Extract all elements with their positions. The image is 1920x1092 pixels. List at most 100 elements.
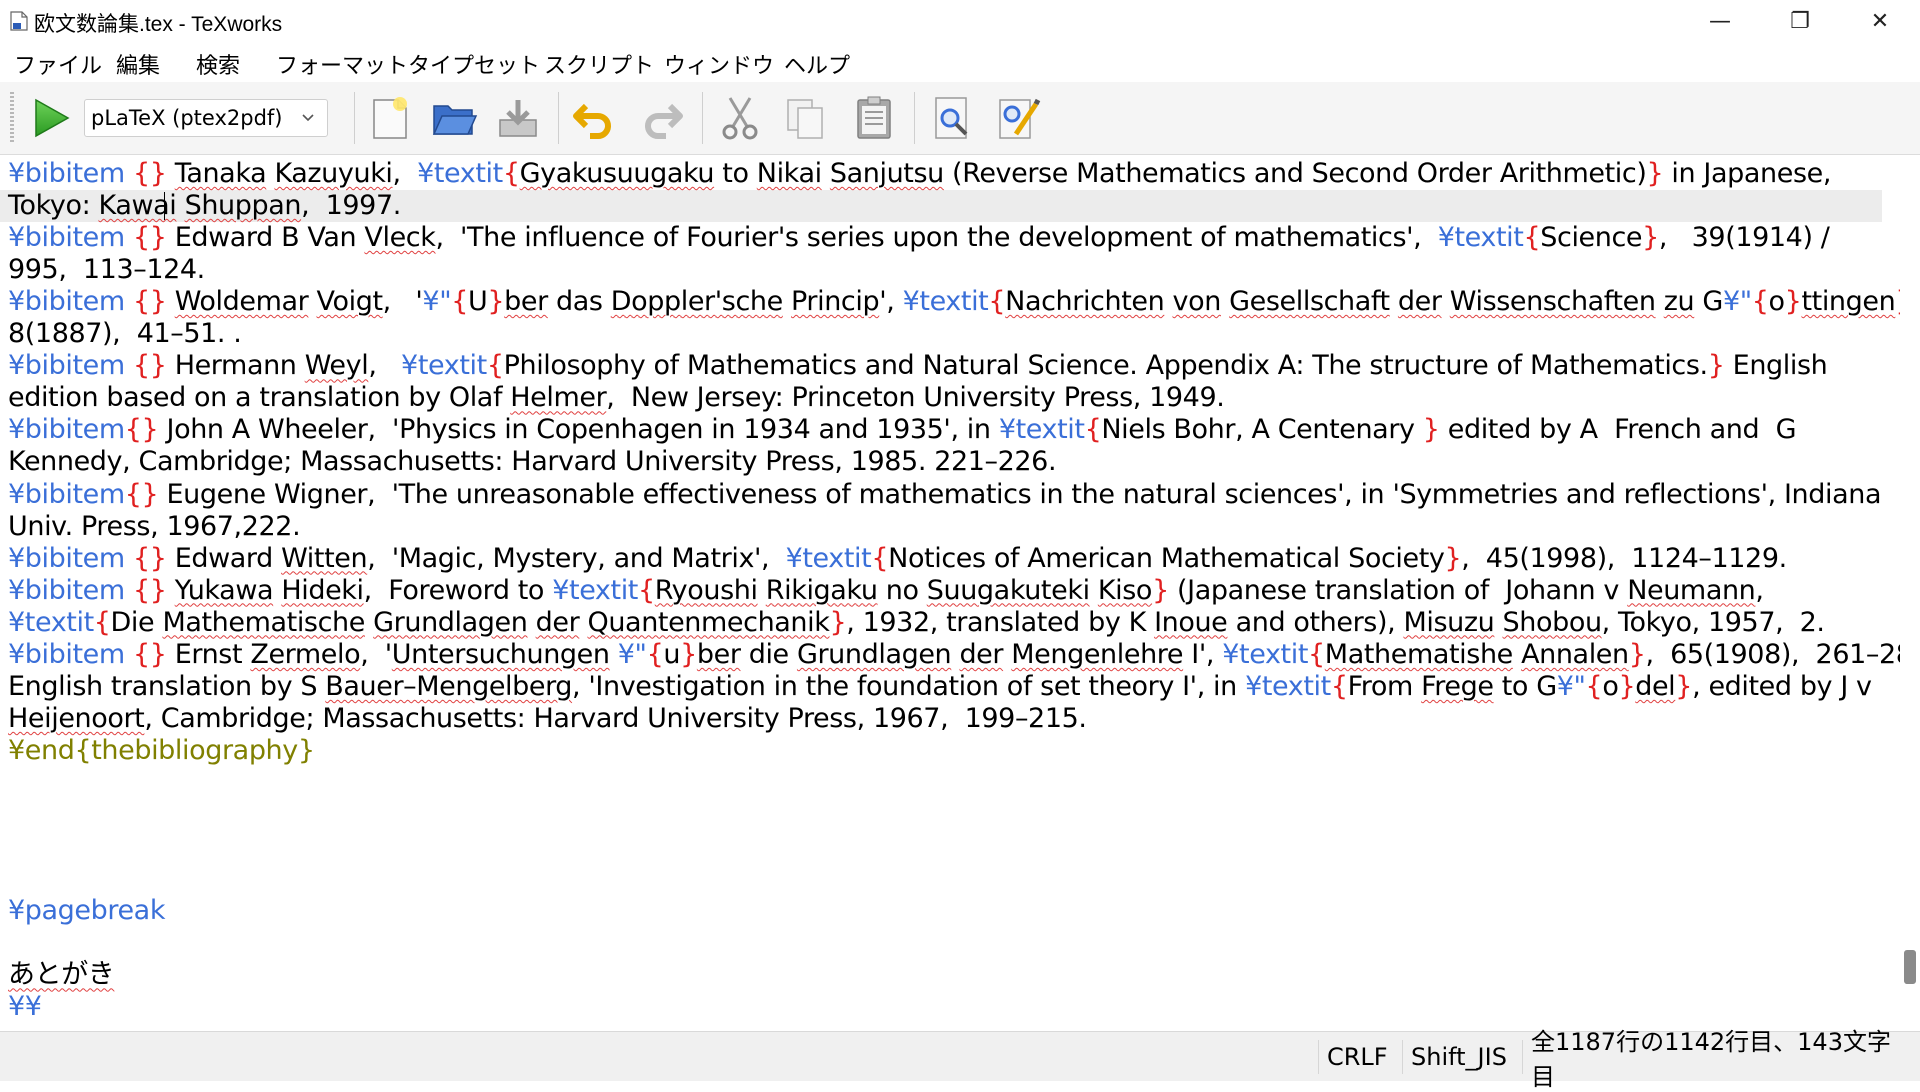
- brace: }: [680, 638, 697, 670]
- editor-line[interactable]: ¥end{thebibliography}: [8, 735, 1888, 767]
- latex-command: ¥textit: [998, 414, 1085, 446]
- plain-text: edition based on a translation by Olaf: [8, 382, 511, 414]
- plain-text: From: [1347, 670, 1422, 702]
- scrollbar-thumb[interactable]: [1904, 950, 1916, 984]
- editor-line[interactable]: ¥bibitem {} Hermann Weyl, ¥textit{Philos…: [8, 350, 1888, 382]
- latex-command: ¥textit: [785, 542, 872, 574]
- brace: }: [487, 286, 505, 318]
- editor-line[interactable]: Kennedy, Cambridge; Massachusetts: Harva…: [8, 446, 1888, 478]
- spell-flagged-word: ber: [504, 286, 548, 318]
- menu-edit[interactable]: 編集: [116, 48, 160, 80]
- latex-command: ¥bibitem: [8, 158, 133, 189]
- toolbar-separator: [354, 92, 355, 144]
- latex-command: ¥bibitem: [8, 222, 133, 254]
- plain-text: U: [468, 286, 488, 318]
- menu-search[interactable]: 検索: [196, 48, 240, 80]
- spell-flagged-word: Sanjutsu: [829, 158, 944, 189]
- plain-text: [1656, 286, 1664, 317]
- brace: {: [1523, 222, 1541, 254]
- plain-text: ,: [368, 350, 402, 382]
- find-button[interactable]: [924, 90, 980, 146]
- plain-text: G: [1694, 286, 1723, 318]
- plain-text: , ': [382, 286, 423, 318]
- editor-line[interactable]: [8, 927, 1888, 959]
- editor-line[interactable]: Univ. Press, 1967,222.: [8, 511, 1888, 543]
- editor-line[interactable]: ¥bibitem {} Ernst Zermelo, 'Untersuchung…: [8, 638, 1900, 671]
- plain-text: Edward: [166, 542, 282, 574]
- toolbar-grip[interactable]: [10, 92, 14, 144]
- spell-flagged-word: Witten: [281, 542, 368, 574]
- spell-flagged-word: del: [1635, 670, 1676, 702]
- close-button[interactable]: ✕: [1840, 0, 1920, 42]
- plain-text: (Reverse Mathematics and Second Order Ar…: [943, 158, 1647, 189]
- brace: {: [646, 638, 664, 670]
- open-button[interactable]: [426, 90, 482, 146]
- editor-line[interactable]: [8, 799, 1888, 831]
- brace: }: [1784, 286, 1802, 318]
- editor-line[interactable]: 8(1887), 41–51. .: [8, 318, 1888, 350]
- redo-button[interactable]: [634, 90, 690, 146]
- brace: }: [1646, 158, 1664, 189]
- plain-text: , 'Magic, Mystery, and Matrix',: [367, 542, 786, 574]
- menu-file[interactable]: ファイル: [14, 48, 102, 80]
- chevron-down-icon: [302, 114, 314, 122]
- editor-line[interactable]: edition based on a translation by Olaf H…: [8, 382, 1888, 414]
- minimize-button[interactable]: —: [1680, 0, 1760, 42]
- editor-line[interactable]: Tokyo: Kawai Shuppan, 1997.: [8, 190, 1888, 222]
- editor-line[interactable]: ¥pagebreak: [8, 895, 1888, 927]
- typeset-button[interactable]: [22, 90, 78, 146]
- editor-line[interactable]: ¥bibitem {} Yukawa Hideki, Foreword to ¥…: [8, 575, 1888, 607]
- spell-flagged-word: ber: [696, 638, 741, 670]
- menu-scripts[interactable]: スクリプト: [544, 48, 654, 80]
- menu-help[interactable]: ヘルプ: [784, 48, 850, 80]
- source-editor[interactable]: ¥bibitem {} Tanaka Kazuyuki, ¥textit{Gya…: [0, 155, 1900, 1031]
- editor-line[interactable]: ¥bibitem {} Woldemar Voigt, '¥"{U}ber da…: [8, 286, 1900, 318]
- brace: {}: [132, 574, 167, 606]
- spell-flagged-word: Grundlagen: [796, 638, 952, 670]
- editor-line[interactable]: ¥bibitem{} Eugene Wigner, 'The unreasona…: [8, 479, 1888, 511]
- latex-command: ¥bibitem: [8, 286, 133, 318]
- editor-line[interactable]: ¥bibitem {} Edward B Van Vleck, 'The inf…: [8, 222, 1888, 254]
- editor-line[interactable]: ¥textit{Die Mathematische Grundlagen der…: [8, 607, 1888, 639]
- brace: {: [1308, 638, 1325, 670]
- paste-button[interactable]: [846, 90, 902, 146]
- editor-line[interactable]: ¥¥: [8, 991, 1888, 1023]
- editor-line[interactable]: ¥bibitem {} Tanaka Kazuyuki, ¥textit{Gya…: [8, 158, 1888, 190]
- plain-text: 8(1887), 41–51. .: [8, 318, 242, 350]
- restore-button[interactable]: ❐: [1760, 0, 1840, 42]
- spell-flagged-word: Vleck: [364, 222, 436, 254]
- undo-button[interactable]: [566, 90, 622, 146]
- replace-button[interactable]: [990, 90, 1046, 146]
- copy-button[interactable]: [778, 90, 834, 146]
- plain-text: [176, 190, 184, 221]
- plain-text: Die: [110, 606, 163, 638]
- encoding-indicator[interactable]: Shift_JIS: [1402, 1040, 1515, 1074]
- editor-line[interactable]: ¥bibitem{} John A Wheeler, 'Physics in C…: [8, 414, 1888, 446]
- vertical-scrollbar[interactable]: [1900, 155, 1920, 1031]
- editor-line[interactable]: [8, 831, 1888, 863]
- line-ending-text: CRLF: [1327, 1043, 1388, 1071]
- typeset-engine-select[interactable]: pLaTeX (ptex2pdf): [84, 99, 328, 137]
- plain-text: in Japanese,: [1663, 158, 1832, 189]
- plain-text: , 'Investigation in the foundation of se…: [572, 670, 1246, 702]
- editor-line[interactable]: 995, 113–124.: [8, 254, 1888, 286]
- menu-typeset[interactable]: タイプセット: [408, 48, 540, 80]
- line-ending-indicator[interactable]: CRLF: [1318, 1040, 1396, 1074]
- plain-text: [783, 286, 791, 317]
- editor-line[interactable]: ¥bibitem {} Edward Witten, 'Magic, Myste…: [8, 543, 1888, 575]
- plain-text: Philosophy of Mathematics and Natural Sc…: [503, 350, 1709, 382]
- brace: {}: [132, 638, 167, 670]
- plain-text: [1221, 286, 1229, 317]
- menu-format[interactable]: フォーマット: [276, 48, 408, 80]
- editor-line[interactable]: [8, 863, 1888, 895]
- editor-line[interactable]: Heijenoort, Cambridge; Massachusetts: Ha…: [8, 703, 1888, 735]
- editor-line[interactable]: あとがき: [8, 959, 1888, 991]
- save-button[interactable]: [490, 90, 546, 146]
- new-button[interactable]: [362, 90, 418, 146]
- brace: {: [93, 606, 111, 638]
- editor-line[interactable]: [8, 767, 1888, 799]
- menu-window[interactable]: ウィンドウ: [664, 48, 774, 80]
- plain-text: [167, 158, 175, 189]
- editor-line[interactable]: English translation by S Bauer–Mengelber…: [8, 671, 1888, 703]
- cut-button[interactable]: [712, 90, 768, 146]
